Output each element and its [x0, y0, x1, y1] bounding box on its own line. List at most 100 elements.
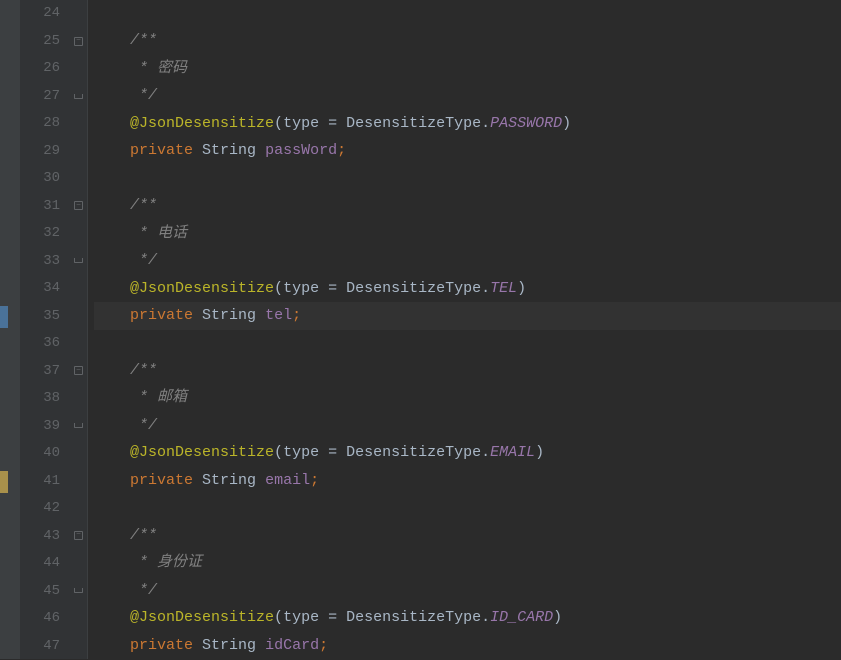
code-line[interactable]: */: [94, 412, 841, 440]
fold-close-icon[interactable]: [74, 423, 83, 428]
fold-close-icon[interactable]: [74, 258, 83, 263]
fold-open-icon[interactable]: −: [74, 366, 83, 375]
fold-marker-cell: [70, 604, 87, 631]
line-number[interactable]: 28: [20, 110, 70, 138]
comment-open: /**: [130, 362, 157, 379]
line-number[interactable]: 42: [20, 495, 70, 523]
indent: [94, 197, 130, 214]
close-paren: ): [562, 115, 571, 132]
line-number[interactable]: 33: [20, 248, 70, 276]
line-number[interactable]: 35: [20, 303, 70, 331]
keyword-private: private: [130, 472, 193, 489]
line-number[interactable]: 47: [20, 633, 70, 660]
fold-open-icon[interactable]: −: [74, 37, 83, 46]
line-number[interactable]: 41: [20, 468, 70, 496]
code-line[interactable]: [94, 494, 841, 521]
line-number[interactable]: 38: [20, 385, 70, 413]
semicolon: ;: [319, 637, 328, 654]
equals: =: [319, 115, 346, 132]
code-area[interactable]: /** * 密码 */ @JsonDesensitize(type = Dese…: [88, 0, 841, 659]
code-line-current[interactable]: private String tel;: [94, 302, 841, 330]
fold-marker-cell: [70, 220, 87, 247]
dot: .: [481, 115, 490, 132]
comment-close: */: [130, 582, 157, 599]
line-number[interactable]: 31: [20, 193, 70, 221]
code-line[interactable]: [94, 0, 841, 27]
indent: [94, 609, 130, 626]
code-line[interactable]: [94, 165, 841, 192]
code-line[interactable]: @JsonDesensitize(type = DesensitizeType.…: [94, 275, 841, 303]
line-number[interactable]: 39: [20, 413, 70, 441]
line-number[interactable]: 46: [20, 605, 70, 633]
line-number[interactable]: 30: [20, 165, 70, 193]
indent: [94, 527, 130, 544]
code-line[interactable]: @JsonDesensitize(type = DesensitizeType.…: [94, 110, 841, 138]
annotation: @JsonDesensitize: [130, 115, 274, 132]
code-line[interactable]: */: [94, 247, 841, 275]
line-number-gutter: 2425262728293031323334353637383940414243…: [20, 0, 70, 659]
line-number[interactable]: 24: [20, 0, 70, 28]
line-number[interactable]: 34: [20, 275, 70, 303]
field-name: email: [265, 472, 310, 489]
fold-column: − − − −: [70, 0, 88, 659]
code-line[interactable]: /**: [94, 192, 841, 220]
comment-text: 身份证: [157, 554, 202, 571]
fold-open-icon[interactable]: −: [74, 531, 83, 540]
code-line[interactable]: */: [94, 577, 841, 605]
indent: [94, 362, 130, 379]
code-line[interactable]: [94, 330, 841, 357]
fold-close-icon[interactable]: [74, 588, 83, 593]
fold-marker-cell: [70, 55, 87, 82]
code-line[interactable]: /**: [94, 357, 841, 385]
line-number[interactable]: 27: [20, 83, 70, 111]
fold-marker-cell: −: [70, 357, 87, 384]
fold-marker-cell: [70, 329, 87, 356]
line-number[interactable]: 32: [20, 220, 70, 248]
equals: =: [319, 609, 346, 626]
type-string: String: [202, 307, 256, 324]
code-line[interactable]: /**: [94, 522, 841, 550]
open-paren: (: [274, 280, 283, 297]
fold-open-icon[interactable]: −: [74, 201, 83, 210]
line-number[interactable]: 37: [20, 358, 70, 386]
code-line[interactable]: private String email;: [94, 467, 841, 495]
fold-close-icon[interactable]: [74, 94, 83, 99]
fold-marker-cell: [70, 82, 87, 109]
fold-marker-cell: [70, 165, 87, 192]
enum-class: DesensitizeType: [346, 444, 481, 461]
line-number[interactable]: 40: [20, 440, 70, 468]
indent: [94, 60, 130, 77]
fold-marker-cell: [70, 549, 87, 576]
line-number[interactable]: 25: [20, 28, 70, 56]
annotation: @JsonDesensitize: [130, 609, 274, 626]
fold-marker-cell: [70, 412, 87, 439]
code-line[interactable]: * 电话: [94, 220, 841, 248]
gutter-marker-icon[interactable]: [0, 471, 8, 493]
indent: [94, 444, 130, 461]
semicolon: ;: [292, 307, 301, 324]
comment-close: */: [130, 87, 157, 104]
line-number[interactable]: 43: [20, 523, 70, 551]
code-line[interactable]: */: [94, 82, 841, 110]
code-line[interactable]: private String passWord;: [94, 137, 841, 165]
line-number[interactable]: 26: [20, 55, 70, 83]
code-line[interactable]: private String idCard;: [94, 632, 841, 660]
gutter-marker-icon[interactable]: [0, 306, 8, 328]
line-number[interactable]: 36: [20, 330, 70, 358]
field-name: tel: [265, 307, 292, 324]
equals: =: [319, 280, 346, 297]
line-number[interactable]: 45: [20, 578, 70, 606]
code-line[interactable]: @JsonDesensitize(type = DesensitizeType.…: [94, 604, 841, 632]
param-name: type: [283, 609, 319, 626]
semicolon: ;: [337, 142, 346, 159]
line-number[interactable]: 44: [20, 550, 70, 578]
code-line[interactable]: @JsonDesensitize(type = DesensitizeType.…: [94, 439, 841, 467]
code-line[interactable]: * 密码: [94, 55, 841, 83]
code-line[interactable]: * 身份证: [94, 549, 841, 577]
indent: [94, 307, 130, 324]
code-line[interactable]: /**: [94, 27, 841, 55]
line-number[interactable]: 29: [20, 138, 70, 166]
fold-marker-cell: [70, 275, 87, 302]
annotation: @JsonDesensitize: [130, 444, 274, 461]
code-line[interactable]: * 邮箱: [94, 384, 841, 412]
